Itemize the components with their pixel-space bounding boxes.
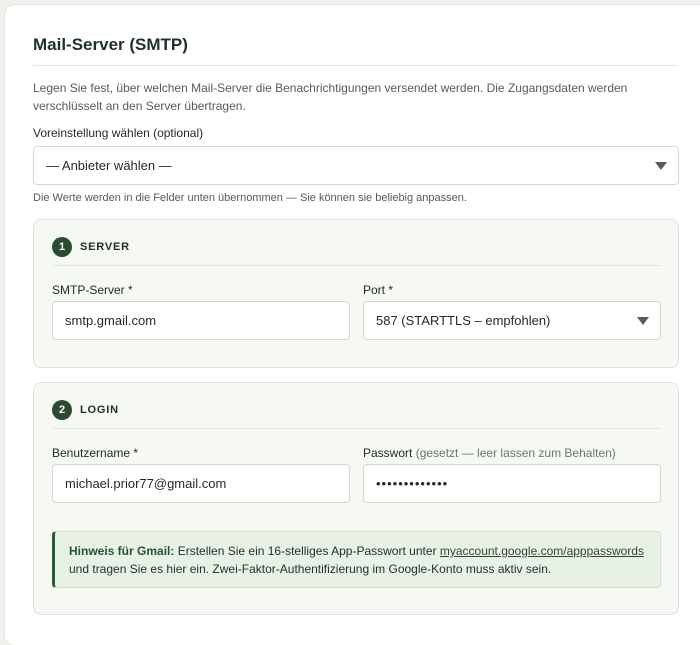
preset-label: Voreinstellung wählen (optional)	[33, 126, 204, 140]
intro-text: Legen Sie fest, über welchen Mail-Server…	[33, 81, 628, 113]
section-title: LOGIN	[80, 404, 119, 416]
step-badge: 1	[52, 237, 72, 257]
port-select-value: 587 (STARTTLS – empfohlen)	[376, 313, 551, 328]
title-divider	[33, 65, 678, 66]
step-badge: 2	[52, 400, 72, 420]
server-section-header: 1 SERVER	[52, 237, 130, 257]
hint-text-after-link: und tragen Sie es hier ein. Zwei-Faktor-…	[69, 562, 552, 576]
smtp-settings-card: Mail-Server (SMTP) Legen Sie fest, über …	[5, 5, 700, 645]
caret-down-icon	[655, 162, 667, 170]
smtp-server-input[interactable]: smtp.gmail.com	[52, 301, 350, 340]
username-input[interactable]: michael.prior77@gmail.com	[52, 464, 350, 503]
caret-down-icon	[637, 317, 649, 325]
password-label: Passwort (gesetzt — leer lassen zum Beha…	[363, 446, 616, 460]
password-input[interactable]: •••••••••••••	[363, 464, 661, 503]
hint-title: Hinweis für Gmail:	[69, 544, 175, 558]
server-section: 1 SERVER SMTP-Server * smtp.gmail.com Po…	[33, 219, 679, 368]
app-passwords-link[interactable]: myaccount.google.com/apppasswords	[440, 544, 644, 558]
port-select[interactable]: 587 (STARTTLS – empfohlen)	[363, 301, 661, 340]
section-title: SERVER	[80, 241, 130, 253]
port-label: Port *	[363, 283, 394, 297]
password-status-note: (gesetzt — leer lassen zum Behalten)	[415, 446, 616, 460]
password-label-text: Passwort	[363, 446, 413, 460]
provider-preset-value: — Anbieter wählen —	[46, 158, 172, 173]
username-label: Benutzername *	[52, 446, 139, 460]
login-section: 2 LOGIN Benutzername * michael.prior77@g…	[33, 382, 679, 615]
section-divider	[52, 428, 661, 429]
hint-text-before-link: Erstellen Sie ein 16-stelliges App-Passw…	[177, 544, 437, 558]
preset-helper-text: Die Werte werden in die Felder unten übe…	[33, 192, 467, 204]
smtp-server-label: SMTP-Server *	[52, 283, 133, 297]
page-title: Mail-Server (SMTP)	[33, 35, 188, 54]
gmail-hint-box: Hinweis für Gmail: Erstellen Sie ein 16-…	[52, 531, 661, 588]
provider-preset-select[interactable]: — Anbieter wählen —	[33, 146, 679, 185]
section-divider	[52, 265, 661, 266]
login-section-header: 2 LOGIN	[52, 400, 119, 420]
